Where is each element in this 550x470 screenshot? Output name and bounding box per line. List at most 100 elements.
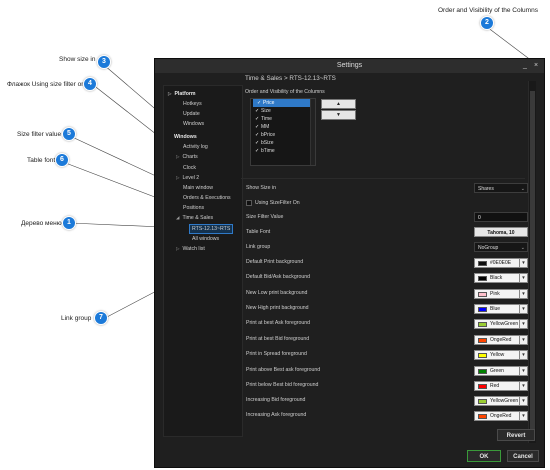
link-group-label: Link group (246, 244, 271, 250)
table-font-button[interactable]: Tahoma, 10 (474, 227, 528, 237)
callout-label-1: Дерево меню (21, 220, 62, 227)
expand-triangle-icon[interactable]: ▷ (168, 91, 171, 96)
chevron-down-icon[interactable]: ▼ (519, 351, 527, 359)
callout-badge-5: 5 (63, 128, 75, 140)
column-item-size[interactable]: ✓ Size (251, 107, 315, 115)
column-item-btime[interactable]: ✓ bTime (251, 147, 315, 155)
color-swatch (478, 338, 487, 343)
tree-item-time-sales[interactable]: ◢ Time & Sales (176, 215, 213, 221)
tree-item-charts[interactable]: ▷ Charts (176, 154, 198, 160)
color-label: Print at best Bid foreground (246, 336, 310, 342)
color-select[interactable]: YellowGreen ▼ (474, 396, 528, 406)
revert-button[interactable]: Revert (497, 429, 535, 441)
show-size-label: Show Size in (246, 185, 276, 191)
chevron-down-icon[interactable]: ▼ (519, 397, 527, 405)
tree-item-hotkeys[interactable]: Hotkeys (183, 101, 202, 107)
columns-list[interactable]: ✓ Price ✓ Size ✓ Time ✓ MM ✓ bPrice ✓ bSize ✓ b… (250, 98, 316, 166)
table-font-label: Table Font (246, 229, 271, 235)
color-label: Print below Best bid foreground (246, 382, 319, 388)
tree-item-level2[interactable]: ▷ Level 2 (176, 175, 199, 181)
color-select[interactable]: Black ▼ (474, 273, 528, 283)
color-swatch (478, 276, 487, 281)
chevron-down-icon[interactable]: ▼ (519, 274, 527, 282)
minimize-button[interactable]: _ (520, 59, 530, 73)
chevron-down-icon[interactable]: ▼ (519, 290, 527, 298)
tree-item-update[interactable]: Update (183, 111, 200, 117)
collapse-triangle-icon[interactable]: ◢ (176, 215, 179, 220)
chevron-down-icon[interactable]: ▼ (519, 382, 527, 390)
callout-label-2: Order and Visibility of the Columns (438, 7, 538, 14)
color-select[interactable]: OngeRed ▼ (474, 411, 528, 421)
tree-item-activity-log[interactable]: Activity log (183, 144, 208, 150)
tree-item-positions[interactable]: Positions (183, 205, 204, 211)
color-label: Print at best Ask foreground (246, 320, 311, 326)
size-filter-value-input[interactable]: 0 (474, 212, 528, 222)
callout-badge-4: 4 (84, 78, 96, 90)
color-swatch (478, 384, 487, 389)
color-swatch (478, 369, 487, 374)
show-size-combo[interactable]: Shares ⌄ (474, 183, 528, 193)
callout-label-5: Size filter value (17, 131, 62, 138)
tree-item-platform[interactable]: ▷ Platform (168, 91, 196, 97)
expand-triangle-icon[interactable]: ▷ (176, 154, 179, 159)
column-item-time[interactable]: ✓ Time (251, 115, 315, 123)
ok-button[interactable]: OK (467, 450, 501, 462)
color-select[interactable]: Green ▼ (474, 366, 528, 376)
divider (241, 178, 525, 179)
link-group-combo[interactable]: NoGroup ⌄ (474, 242, 528, 252)
tree-item-watch-list[interactable]: ▷ Watch list (176, 246, 205, 252)
color-select[interactable]: Yellow ▼ (474, 350, 528, 360)
chevron-down-icon: ⌄ (520, 245, 525, 251)
color-label: New Low print background (246, 290, 308, 296)
color-swatch (478, 307, 487, 312)
callout-label-7: Link group (61, 315, 92, 322)
tree-item-windows[interactable]: Windows (183, 121, 204, 127)
size-filter-value-label: Size Filter Value (246, 214, 284, 220)
color-label: Increasing Ask foreground (246, 412, 307, 418)
callout-badge-7: 7 (95, 312, 107, 324)
tree-item-rts-selected[interactable]: RTS-12.13~RTS (189, 224, 234, 234)
color-select[interactable]: OngeRed ▼ (474, 335, 528, 345)
close-button[interactable]: × (531, 59, 541, 73)
tree-item-all-windows[interactable]: All windows (192, 236, 219, 242)
tree-item-orders-executions[interactable]: Orders & Executions (183, 195, 231, 201)
move-up-button[interactable]: ▲ (321, 99, 356, 109)
callout-badge-3: 3 (98, 56, 110, 68)
chevron-down-icon[interactable]: ▼ (519, 336, 527, 344)
column-item-price[interactable]: ✓ Price (253, 99, 312, 107)
expand-triangle-icon[interactable]: ▷ (176, 175, 179, 180)
color-select[interactable]: Blue ▼ (474, 304, 528, 314)
chevron-down-icon: ⌄ (520, 186, 525, 192)
settings-scrollbar[interactable] (528, 81, 536, 443)
tree-group-windows[interactable]: Windows (174, 134, 197, 140)
color-label: Default Bid/Ask background (246, 274, 311, 280)
chevron-down-icon[interactable]: ▼ (519, 320, 527, 328)
callout-badge-2: 2 (481, 17, 493, 29)
columns-scrollbar[interactable] (310, 99, 315, 165)
color-label: Print in Spread foreground (246, 351, 307, 357)
chevron-down-icon[interactable]: ▼ (519, 259, 527, 267)
cancel-button[interactable]: Cancel (507, 450, 539, 462)
column-item-bsize[interactable]: ✓ bSize (251, 139, 315, 147)
settings-window: Settings _ × Time & Sales > RTS-12.13~RT… (154, 58, 545, 468)
size-filter-checkbox[interactable] (246, 200, 252, 206)
chevron-down-icon[interactable]: ▼ (519, 412, 527, 420)
chevron-down-icon[interactable]: ▼ (519, 305, 527, 313)
column-item-bprice[interactable]: ✓ bPrice (251, 131, 315, 139)
color-swatch (478, 353, 487, 358)
chevron-down-icon[interactable]: ▼ (519, 367, 527, 375)
color-label: New High print background (246, 305, 309, 311)
color-select[interactable]: #0E0E0E ▼ (474, 258, 528, 268)
color-select[interactable]: Pink ▼ (474, 289, 528, 299)
scrollbar-thumb[interactable] (530, 91, 535, 431)
column-item-mm[interactable]: ✓ MM (251, 123, 315, 131)
tree-item-clock[interactable]: Clock (183, 165, 196, 171)
move-down-button[interactable]: ▼ (321, 110, 356, 120)
color-swatch (478, 414, 487, 419)
color-label: Default Print background (246, 259, 304, 265)
size-filter-on-label: Using SizeFilter On (255, 200, 300, 206)
color-select[interactable]: YellowGreen ▼ (474, 319, 528, 329)
color-select[interactable]: Red ▼ (474, 381, 528, 391)
expand-triangle-icon[interactable]: ▷ (176, 246, 179, 251)
tree-item-main-window[interactable]: Main window (183, 185, 213, 191)
